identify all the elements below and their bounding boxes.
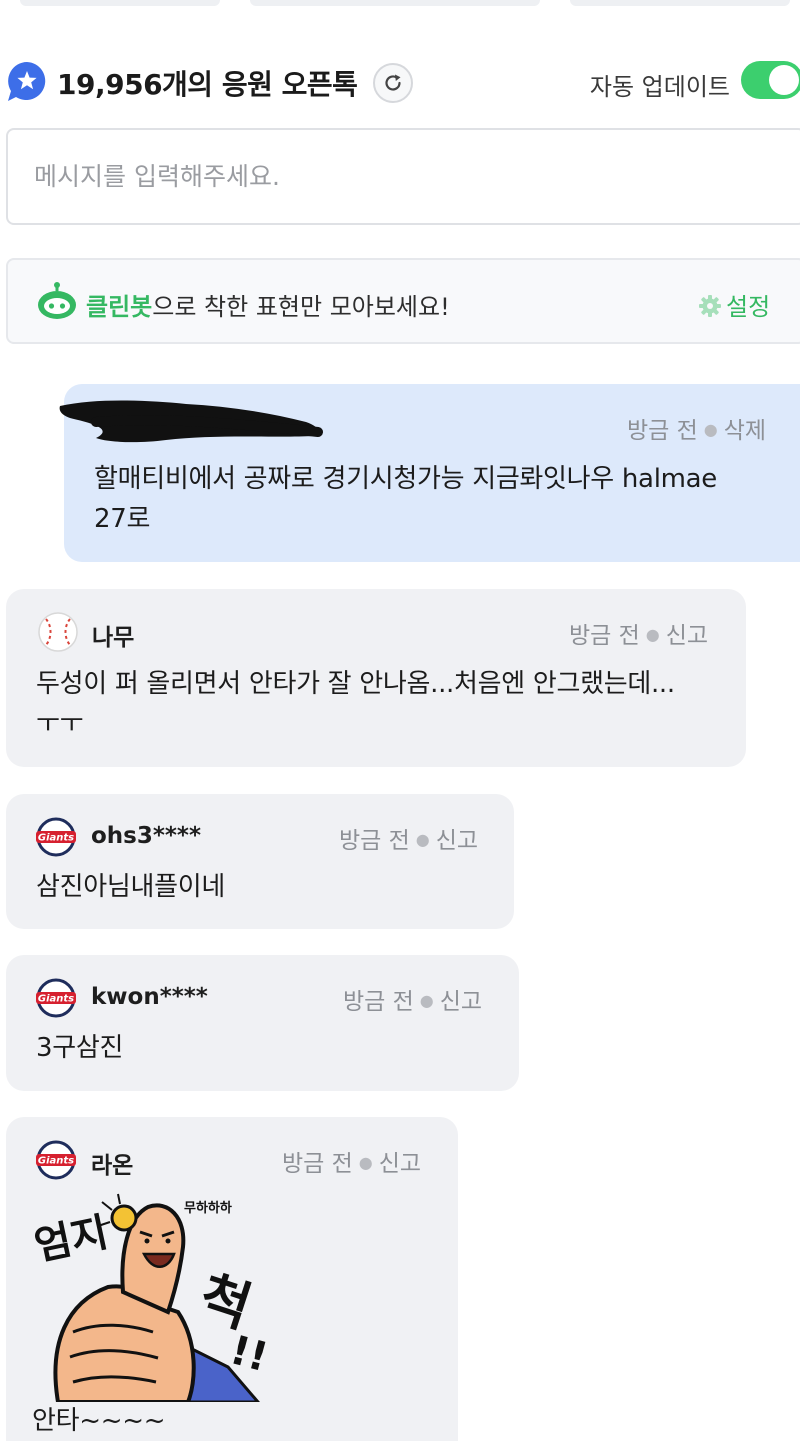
nickname: 라온 [91, 1153, 134, 1179]
giants-logo-icon: Giants [36, 817, 76, 857]
svg-text:Giants: Giants [38, 994, 74, 1005]
message-text: 두성이 퍼 올리면서 안타가 잘 안나옴...처음엔 안그랬는데... ㅜㅜ [36, 664, 736, 744]
settings-label: 설정 [726, 293, 771, 321]
message-meta: 방금 전 ● 신고 [282, 1151, 422, 1177]
sticker-text-thumb: 엄지 [31, 1209, 113, 1269]
message-time: 방금 전 [343, 989, 414, 1015]
cleanbot-rest: 으로 착한 표현만 모아보세요! [152, 293, 450, 321]
svg-text:Giants: Giants [38, 1156, 74, 1167]
message-time: 방금 전 [339, 828, 410, 854]
message-text-line: 삼진아님내플이네 [36, 872, 225, 902]
top-strip-segment [570, 0, 790, 6]
message-meta: 방금 전 ● 신고 [339, 828, 479, 854]
message-text: 3구삼진 [36, 1028, 496, 1068]
refresh-button[interactable] [373, 63, 413, 103]
star-chat-badge-icon [6, 60, 48, 102]
message-text-line: ㅜㅜ [36, 709, 84, 739]
top-strip-segment [20, 0, 220, 6]
message-time: 방금 전 [282, 1151, 353, 1177]
redaction-scribble [59, 400, 323, 443]
refresh-icon [385, 74, 401, 91]
message-input[interactable] [6, 128, 800, 225]
nickname: ohs3**** [91, 823, 201, 849]
message-text-line: 27로 [94, 504, 151, 534]
giants-logo-icon: Giants [36, 978, 76, 1018]
chat-message-bubble: 나무 방금 전 ● 신고 두성이 퍼 올리면서 안타가 잘 안나옴...처음엔 안그… [6, 589, 746, 767]
message-text: 안타~~~~ [32, 1401, 432, 1441]
top-strip [0, 0, 800, 8]
delete-button[interactable]: 삭제 [724, 418, 766, 444]
message-time: 방금 전 [627, 418, 698, 444]
giants-logo-icon: Giants [36, 1140, 76, 1180]
baseball-icon [38, 612, 78, 652]
auto-update-toggle[interactable] [741, 61, 800, 99]
message-time: 방금 전 [569, 623, 640, 649]
report-button[interactable]: 신고 [436, 828, 478, 854]
cleanbot-robot-icon [36, 282, 78, 322]
message-text: 할매티비에서 공짜로 경기시청가능 지금롸잇나우 halmae 27로 [94, 459, 794, 539]
message-text-line: 두성이 퍼 올리면서 안타가 잘 안나옴...처음엔 안그랬는데... [36, 669, 675, 699]
top-strip-segment [250, 0, 540, 6]
message-meta: 방금 전 ● 신고 [343, 989, 483, 1015]
report-button[interactable]: 신고 [666, 623, 708, 649]
cleanbot-highlight: 클린봇 [86, 293, 153, 321]
sticker-text-laugh: 무하하하 [184, 1200, 232, 1216]
thumbs-up-sticker: 엄지 척 !! 무하하하 [31, 1193, 268, 1402]
chat-header: 19,956개의 응원 오픈톡 자동 업데이트 [0, 52, 800, 108]
gear-icon [699, 295, 721, 317]
chat-message-bubble: Giants ohs3**** 방금 전 ● 신고 삼진아님내플이네 [6, 794, 514, 929]
report-button[interactable]: 신고 [379, 1151, 421, 1177]
svg-text:Giants: Giants [38, 833, 74, 844]
auto-update-label: 자동 업데이트 [589, 73, 730, 101]
message-meta: 방금 전 ● 신고 [569, 623, 709, 649]
report-button[interactable]: 신고 [440, 989, 482, 1015]
page-title: 19,956개의 응원 오픈톡 [57, 68, 358, 101]
toggle-knob [769, 65, 799, 95]
cleanbot-banner: 클린봇으로 착한 표현만 모아보세요! 설정 [6, 258, 800, 344]
message-text-line: 3구삼진 [36, 1033, 124, 1063]
cleanbot-text: 클린봇으로 착한 표현만 모아보세요! [86, 287, 450, 322]
message-text: 삼진아님내플이네 [36, 867, 496, 907]
chat-message-bubble: Giants kwon**** 방금 전 ● 신고 3구삼진 [6, 955, 519, 1091]
nickname: 나무 [92, 625, 135, 651]
sticker-text-chuk: 척 [192, 1264, 259, 1339]
message-text-line: 할매티비에서 공짜로 경기시청가능 지금롸잇나우 halmae [94, 464, 717, 494]
message-text-line: 안타~~~~ [32, 1406, 166, 1436]
nickname: kwon**** [91, 984, 208, 1010]
settings-button[interactable]: 설정 [698, 287, 770, 322]
message-meta: 방금 전 ● 삭제 [627, 418, 767, 444]
